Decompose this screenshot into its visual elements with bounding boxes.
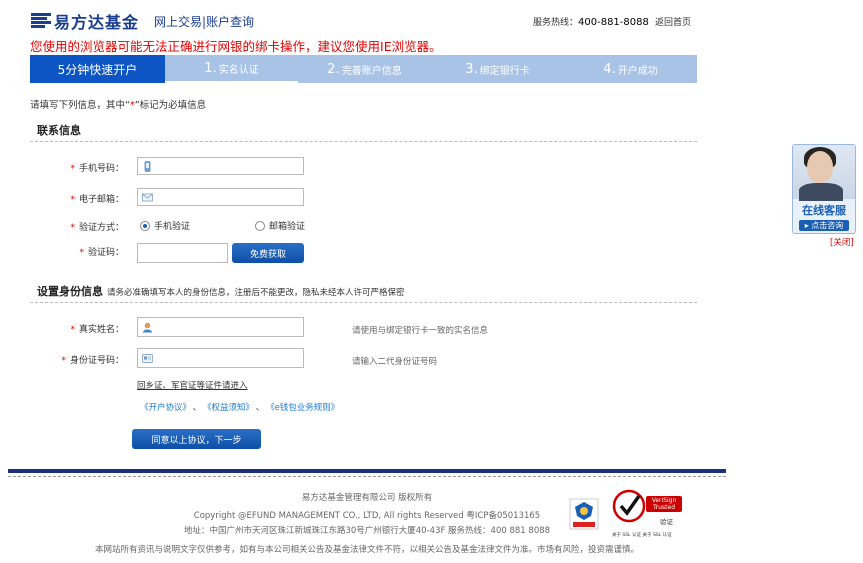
code-input[interactable] xyxy=(137,243,228,263)
verify-method-label: * 验证方式： xyxy=(34,220,124,233)
email-input[interactable] xyxy=(137,188,304,206)
logo-text: 易方达基金 xyxy=(54,13,140,32)
step-3-num: 3. xyxy=(465,61,478,77)
home-link[interactable]: 返回首页 xyxy=(655,15,691,28)
logo: 易方达基金 xyxy=(31,10,149,32)
footer-divider xyxy=(8,476,726,477)
radio-phone-dot[interactable] xyxy=(140,220,150,231)
radio-phone-label: 手机验证 xyxy=(154,222,191,232)
intro-after: ”标记为必填信息 xyxy=(134,100,207,111)
hotline-number: 400-881-8088 xyxy=(578,17,649,28)
service-title: 在线客服 xyxy=(802,204,846,217)
verisign-badge-text: VeriSign Trusted xyxy=(646,496,682,512)
protocol-rights-link[interactable]: 《权益须知》 xyxy=(207,403,250,413)
ssl-badge-caption[interactable]: 关于 SSL 认证 关于 SSL 认证 xyxy=(612,532,672,538)
step-1-label: 实名认证 xyxy=(218,64,259,76)
service-consult[interactable]: ▸ 点击咨询 xyxy=(799,220,849,231)
user-icon xyxy=(143,322,152,332)
identity-section: 设置身份信息 请务必准确填写本人的身份信息，注册后不能更改，隐私未经本人许可严格保… xyxy=(37,283,405,299)
email-required: * xyxy=(70,195,75,205)
step-4-label: 开户成功 xyxy=(617,65,658,77)
envelope-icon xyxy=(142,193,153,201)
id-label: * 身份证号码： xyxy=(34,353,124,366)
phone-required: * xyxy=(70,164,75,174)
logo-mark-icon xyxy=(31,13,51,29)
intro-before: 请填写下列信息，其中“ xyxy=(30,100,130,111)
protocol-ewallet-link[interactable]: 《e钱包业务规则》 xyxy=(270,403,339,413)
police-badge-icon[interactable] xyxy=(569,498,599,530)
step-4-num: 4. xyxy=(603,61,616,77)
identity-note: 请务必准确填写本人的身份信息，注册后不能更改，隐私未经本人许可严格保密 xyxy=(107,288,405,298)
id-required: * xyxy=(61,356,66,366)
step-2: 2. 完善账户信息 xyxy=(298,55,431,83)
verify-label-text: 验证方式： xyxy=(78,223,124,233)
footer-disclaimer: 本网站所有资讯与说明文字仅供参考，如有与本公司相关公告及基金法律文件不符，以相关… xyxy=(94,545,639,555)
real-name-input[interactable] xyxy=(137,317,304,337)
verisign-badge-sub: 验证 xyxy=(660,518,673,526)
id-number-input[interactable] xyxy=(137,348,304,368)
step-1: 1. 实名认证 xyxy=(165,55,298,83)
header-subtitle: 网上交易|账户查询 xyxy=(154,15,255,29)
radio-email-dot[interactable] xyxy=(255,220,265,231)
contact-divider xyxy=(30,141,697,142)
get-code-button[interactable]: 免费获取 xyxy=(232,243,304,263)
step-2-label: 完善账户信息 xyxy=(341,65,402,77)
identity-section-title: 设置身份信息 xyxy=(37,285,103,298)
step-1-num: 1. xyxy=(204,60,217,76)
hotline-label: 服务热线： xyxy=(533,18,579,28)
radio-email-label: 邮箱验证 xyxy=(269,222,306,232)
step-3-label: 绑定银行卡 xyxy=(479,65,530,77)
radio-phone-verify[interactable]: 手机验证 xyxy=(140,219,190,232)
protocol-account-link[interactable]: 《开户协议》 xyxy=(140,403,187,413)
name-label-text: 真实姓名： xyxy=(78,325,124,335)
step-4: 4. 开户成功 xyxy=(564,55,697,83)
other-id-link[interactable]: 回乡证、军官证等证件请进入 xyxy=(137,379,248,391)
intro-text: 请填写下列信息，其中“*”标记为必填信息 xyxy=(30,97,206,111)
protocol-sep-2: 、 xyxy=(255,403,265,413)
footer-bar xyxy=(8,469,726,473)
protocol-sep-1: 、 xyxy=(192,403,202,413)
phone-label-text: 手机号码： xyxy=(78,164,124,174)
name-hint: 请使用与绑定银行卡一致的实名信息 xyxy=(352,326,489,336)
phone-input[interactable] xyxy=(137,157,304,175)
agree-next-button[interactable]: 同意以上协议，下一步 xyxy=(132,429,261,449)
id-label-text: 身份证号码： xyxy=(69,356,124,366)
id-card-icon xyxy=(142,353,153,363)
step-title: 5分钟快速开户 xyxy=(30,55,165,83)
online-service-widget[interactable]: 在线客服 ▸ 点击咨询 xyxy=(792,144,856,234)
browser-warning: 您使用的浏览器可能无法正确进行网银的绑卡操作，建议您使用IE浏览器。 xyxy=(30,39,442,54)
contact-section-title: 联系信息 xyxy=(37,124,81,137)
service-close-link[interactable]: [关闭] xyxy=(830,236,854,248)
code-required: * xyxy=(79,248,84,258)
code-label-text: 验证码： xyxy=(87,248,124,258)
agent-avatar xyxy=(793,145,855,201)
name-label: * 真实姓名： xyxy=(34,322,124,335)
radio-email-verify[interactable]: 邮箱验证 xyxy=(255,219,305,232)
step-bar: 5分钟快速开户 1. 实名认证 2. 完善账户信息 3. 绑定银行卡 4. 开户成功 xyxy=(30,55,697,83)
email-label: * 电子邮箱： xyxy=(34,192,124,205)
identity-divider xyxy=(30,302,697,303)
id-hint: 请输入二代身份证号码 xyxy=(352,357,438,367)
step-2-num: 2. xyxy=(327,61,340,77)
protocol-links: 《开户协议》、《权益须知》、《e钱包业务规则》 xyxy=(140,401,339,413)
code-label: * 验证码： xyxy=(34,245,124,258)
step-3: 3. 绑定银行卡 xyxy=(431,55,564,83)
name-required: * xyxy=(70,325,75,335)
mobile-phone-icon xyxy=(144,160,151,172)
phone-label: * 手机号码： xyxy=(34,161,124,174)
verify-required: * xyxy=(70,223,75,233)
email-label-text: 电子邮箱： xyxy=(78,195,124,205)
hotline: 服务热线：400-881-8088 xyxy=(533,15,649,28)
verisign-badge[interactable]: VeriSign Trusted 验证 xyxy=(612,488,684,532)
